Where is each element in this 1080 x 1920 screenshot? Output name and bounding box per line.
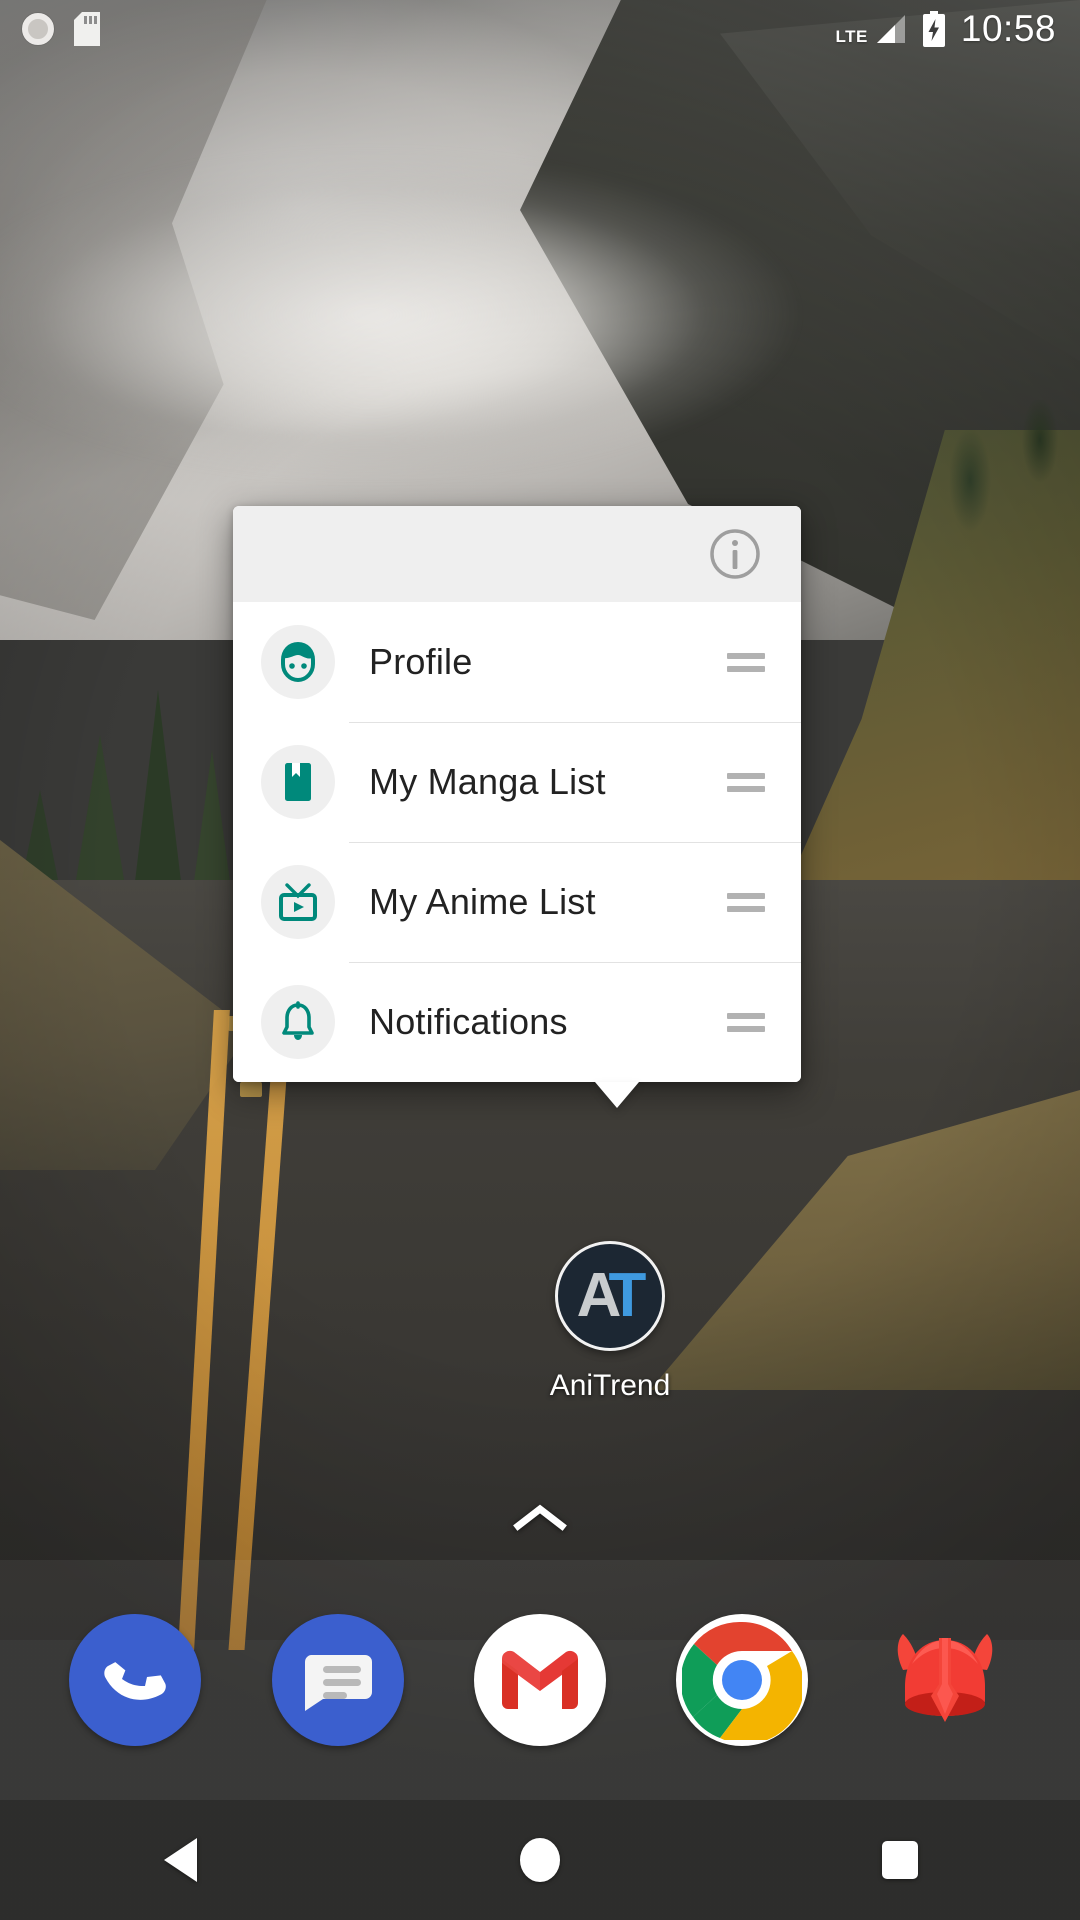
popup-menu-list: Profile My Manga List My Anime List Noti… bbox=[233, 602, 801, 1082]
drag-handle[interactable] bbox=[727, 1012, 765, 1032]
sd-card-icon bbox=[74, 12, 100, 46]
menu-item-profile[interactable]: Profile bbox=[233, 602, 801, 722]
opera-viking-helmet-icon bbox=[879, 1614, 1011, 1746]
signal-icon bbox=[876, 15, 905, 43]
signal-group: LTE bbox=[836, 13, 907, 45]
anitrend-app-icon[interactable]: AT bbox=[555, 1241, 665, 1351]
messages-icon bbox=[271, 1614, 404, 1746]
app-drawer-handle[interactable] bbox=[0, 1500, 1080, 1536]
popup-pointer-triangle bbox=[595, 1082, 639, 1108]
dock-item-messages[interactable] bbox=[271, 1614, 404, 1746]
popup-header bbox=[233, 506, 801, 602]
menu-item-my-manga-list[interactable]: My Manga List bbox=[233, 722, 801, 842]
dock bbox=[0, 1560, 1080, 1800]
status-bar-left-icons bbox=[22, 12, 100, 46]
book-bookmark-icon bbox=[261, 745, 335, 819]
recents-square-icon bbox=[882, 1841, 918, 1879]
status-bar-clock: 10:58 bbox=[960, 8, 1056, 49]
gmail-icon bbox=[473, 1614, 606, 1746]
drag-handle[interactable] bbox=[727, 892, 765, 912]
app-shortcut-label: AniTrend bbox=[549, 1369, 671, 1402]
home-circle-icon bbox=[520, 1838, 560, 1882]
menu-item-label: Profile bbox=[369, 641, 473, 682]
menu-divider bbox=[349, 962, 801, 963]
menu-item-label: Notifications bbox=[369, 1001, 568, 1042]
drag-handle[interactable] bbox=[727, 652, 765, 672]
chrome-icon bbox=[676, 1614, 809, 1746]
menu-item-notifications[interactable]: Notifications bbox=[233, 962, 801, 1082]
menu-divider bbox=[349, 842, 801, 843]
anitrend-icon-letter-a: A bbox=[576, 1261, 622, 1330]
lte-label: LTE bbox=[835, 27, 868, 46]
bell-icon bbox=[261, 985, 335, 1059]
chevron-up-icon bbox=[513, 1504, 567, 1531]
television-play-icon bbox=[261, 865, 335, 939]
phone-icon bbox=[69, 1614, 202, 1746]
status-bar-right-icons: LTE 10:58 bbox=[836, 8, 1056, 50]
battery-charging-icon bbox=[922, 11, 945, 47]
screen-record-icon bbox=[22, 13, 54, 45]
navigation-bar bbox=[0, 1800, 1080, 1920]
nav-back-button[interactable] bbox=[105, 1800, 255, 1920]
dock-item-gmail[interactable] bbox=[473, 1614, 606, 1746]
dock-item-chrome[interactable] bbox=[676, 1614, 809, 1746]
status-bar: LTE 10:58 bbox=[0, 0, 1080, 58]
dock-item-phone[interactable] bbox=[69, 1614, 202, 1746]
menu-item-label: My Manga List bbox=[369, 761, 606, 802]
profile-avatar-icon bbox=[261, 625, 335, 699]
menu-item-my-anime-list[interactable]: My Anime List bbox=[233, 842, 801, 962]
app-shortcut-popup: Profile My Manga List My Anime List Noti… bbox=[233, 506, 801, 1108]
nav-recents-button[interactable] bbox=[825, 1800, 975, 1920]
back-triangle-icon bbox=[163, 1838, 197, 1882]
drag-handle[interactable] bbox=[727, 772, 765, 792]
nav-home-button[interactable] bbox=[465, 1800, 615, 1920]
info-icon[interactable] bbox=[707, 526, 763, 582]
menu-item-label: My Anime List bbox=[369, 881, 596, 922]
dock-item-opera[interactable] bbox=[879, 1614, 1011, 1746]
menu-divider bbox=[349, 722, 801, 723]
app-shortcut-anitrend[interactable]: AT AniTrend bbox=[512, 1241, 708, 1403]
